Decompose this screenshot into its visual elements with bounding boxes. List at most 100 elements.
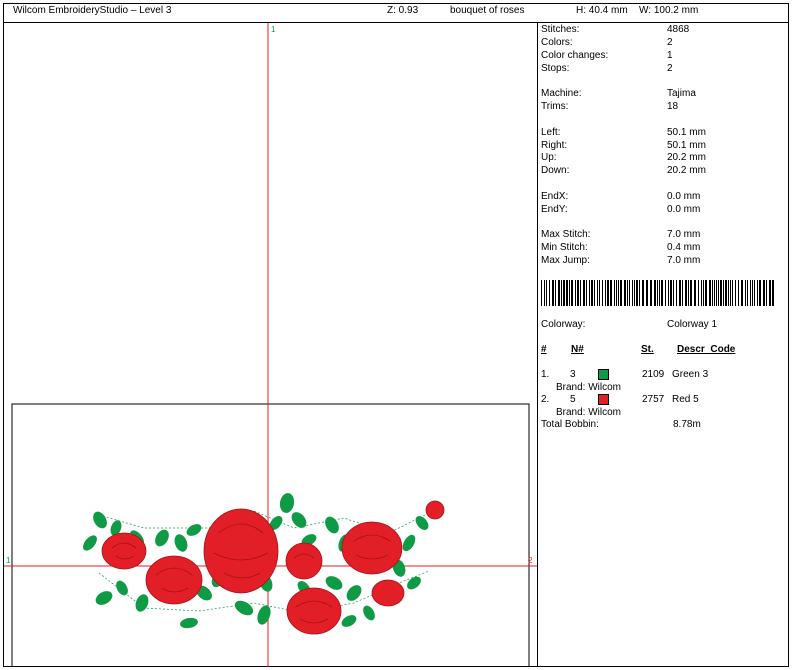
endy-value: 0.0 mm — [667, 204, 701, 215]
barcode-bar — [571, 280, 573, 306]
colorway-label: Colorway: — [541, 319, 586, 330]
min-stitch-value: 0.4 mm — [667, 242, 701, 253]
color-changes-label: Color changes: — [541, 50, 609, 61]
barcode-bar — [602, 280, 603, 306]
total-bobbin-value: 8.78m — [673, 419, 701, 430]
barcode-bar — [732, 280, 733, 306]
machine-value: Tajima — [667, 88, 696, 99]
thread-row-brand: Brand: Wilcom — [556, 382, 622, 393]
barcode-bar — [698, 280, 699, 306]
barcode-bar — [558, 280, 560, 306]
endx-label: EndX: — [541, 191, 569, 202]
barcode-bar — [676, 280, 677, 306]
barcode-bar — [769, 280, 771, 306]
barcode-bar — [763, 280, 765, 306]
barcode-bar — [639, 280, 640, 306]
barcode-bar — [589, 280, 590, 306]
barcode-bar — [634, 280, 635, 306]
total-bobbin-label: Total Bobbin: — [541, 419, 599, 430]
barcode-bar — [654, 280, 656, 306]
left-label: Left: — [541, 127, 561, 138]
max-jump-value: 7.0 mm — [667, 255, 701, 266]
thread-color-swatch — [598, 369, 609, 380]
endy-label: EndY: — [541, 204, 568, 215]
barcode-bar — [586, 280, 587, 306]
barcode-bar — [759, 280, 761, 306]
barcode-bar — [714, 280, 715, 306]
barcode-bar — [685, 280, 687, 306]
thread-row-descr: Green 3 — [672, 369, 709, 380]
down-value: 20.2 mm — [667, 165, 706, 176]
barcode-bar — [629, 280, 630, 306]
down-label: Down: — [541, 165, 570, 176]
axis-top-marker: 1 — [271, 25, 276, 34]
stitches-label: Stitches: — [541, 24, 580, 35]
thread-row-needle: 3 — [570, 369, 576, 380]
machine-label: Machine: — [541, 88, 582, 99]
barcode-bar — [728, 280, 729, 306]
barcode-bar — [597, 280, 598, 306]
up-label: Up: — [541, 152, 557, 163]
barcode-bar — [703, 280, 704, 306]
barcode-bar — [563, 280, 565, 306]
barcode-bar — [750, 280, 751, 306]
up-value: 20.2 mm — [667, 152, 706, 163]
barcode-bar — [718, 280, 719, 306]
barcode-bar — [605, 280, 606, 306]
barcode — [541, 280, 774, 306]
barcode-bar — [599, 280, 600, 306]
barcode-bar — [766, 280, 767, 306]
barcode-bar — [738, 280, 739, 306]
colors-label: Colors: — [541, 37, 573, 48]
barcode-bar — [575, 280, 576, 306]
barcode-bar — [549, 280, 550, 306]
barcode-bar — [709, 280, 711, 306]
barcode-bar — [682, 280, 683, 306]
barcode-bar — [632, 280, 633, 306]
colorway-value: Colorway 1 — [667, 319, 718, 330]
barcode-bar — [661, 280, 663, 306]
barcode-bar — [583, 280, 585, 306]
design-preview: 1 1 2 — [4, 23, 537, 667]
header-bar: Wilcom EmbroideryStudio – Level 3 Z: 0.9… — [3, 3, 789, 23]
barcode-bar — [659, 280, 660, 306]
thread-row-index: 1. — [541, 369, 550, 380]
barcode-bar — [741, 280, 743, 306]
max-stitch-value: 7.0 mm — [667, 229, 701, 240]
barcode-bar — [747, 280, 748, 306]
barcode-bar — [642, 280, 644, 306]
stats-panel: Stitches: 4868 Colors: 2 Color changes: … — [540, 23, 788, 663]
barcode-bar — [566, 280, 568, 306]
trims-label: Trims: — [541, 101, 569, 112]
stops-value: 2 — [667, 63, 673, 74]
barcode-bar — [650, 280, 652, 306]
left-value: 50.1 mm — [667, 127, 706, 138]
design-name: bouquet of roses — [450, 5, 525, 16]
design-canvas: 1 1 2 — [4, 23, 537, 667]
max-jump-label: Max Jump: — [541, 255, 590, 266]
col-header-descr: Descr_Code — [677, 344, 736, 355]
barcode-bar — [610, 280, 612, 306]
barcode-bar — [541, 280, 542, 306]
barcode-bar — [569, 280, 570, 306]
barcode-bar — [679, 280, 681, 306]
stitches-value: 4868 — [667, 24, 690, 35]
barcode-bar — [735, 280, 736, 306]
colors-value: 2 — [667, 37, 673, 48]
barcode-bar — [705, 280, 707, 306]
axis-left-marker: 1 — [6, 556, 11, 565]
barcode-bar — [552, 280, 554, 306]
zoom-level: Z: 0.93 — [387, 5, 419, 16]
barcode-bar — [720, 280, 722, 306]
barcode-bar — [730, 280, 731, 306]
barcode-bar — [716, 280, 717, 306]
axis-right-marker: 2 — [528, 556, 533, 565]
barcode-bar — [772, 280, 774, 306]
barcode-bar — [620, 280, 622, 306]
barcode-bar — [690, 280, 692, 306]
barcode-bar — [688, 280, 689, 306]
thread-row-index: 2. — [541, 394, 550, 405]
col-header-index: # — [541, 344, 547, 355]
app-title: Wilcom EmbroideryStudio – Level 3 — [13, 5, 172, 16]
barcode-bar — [673, 280, 674, 306]
